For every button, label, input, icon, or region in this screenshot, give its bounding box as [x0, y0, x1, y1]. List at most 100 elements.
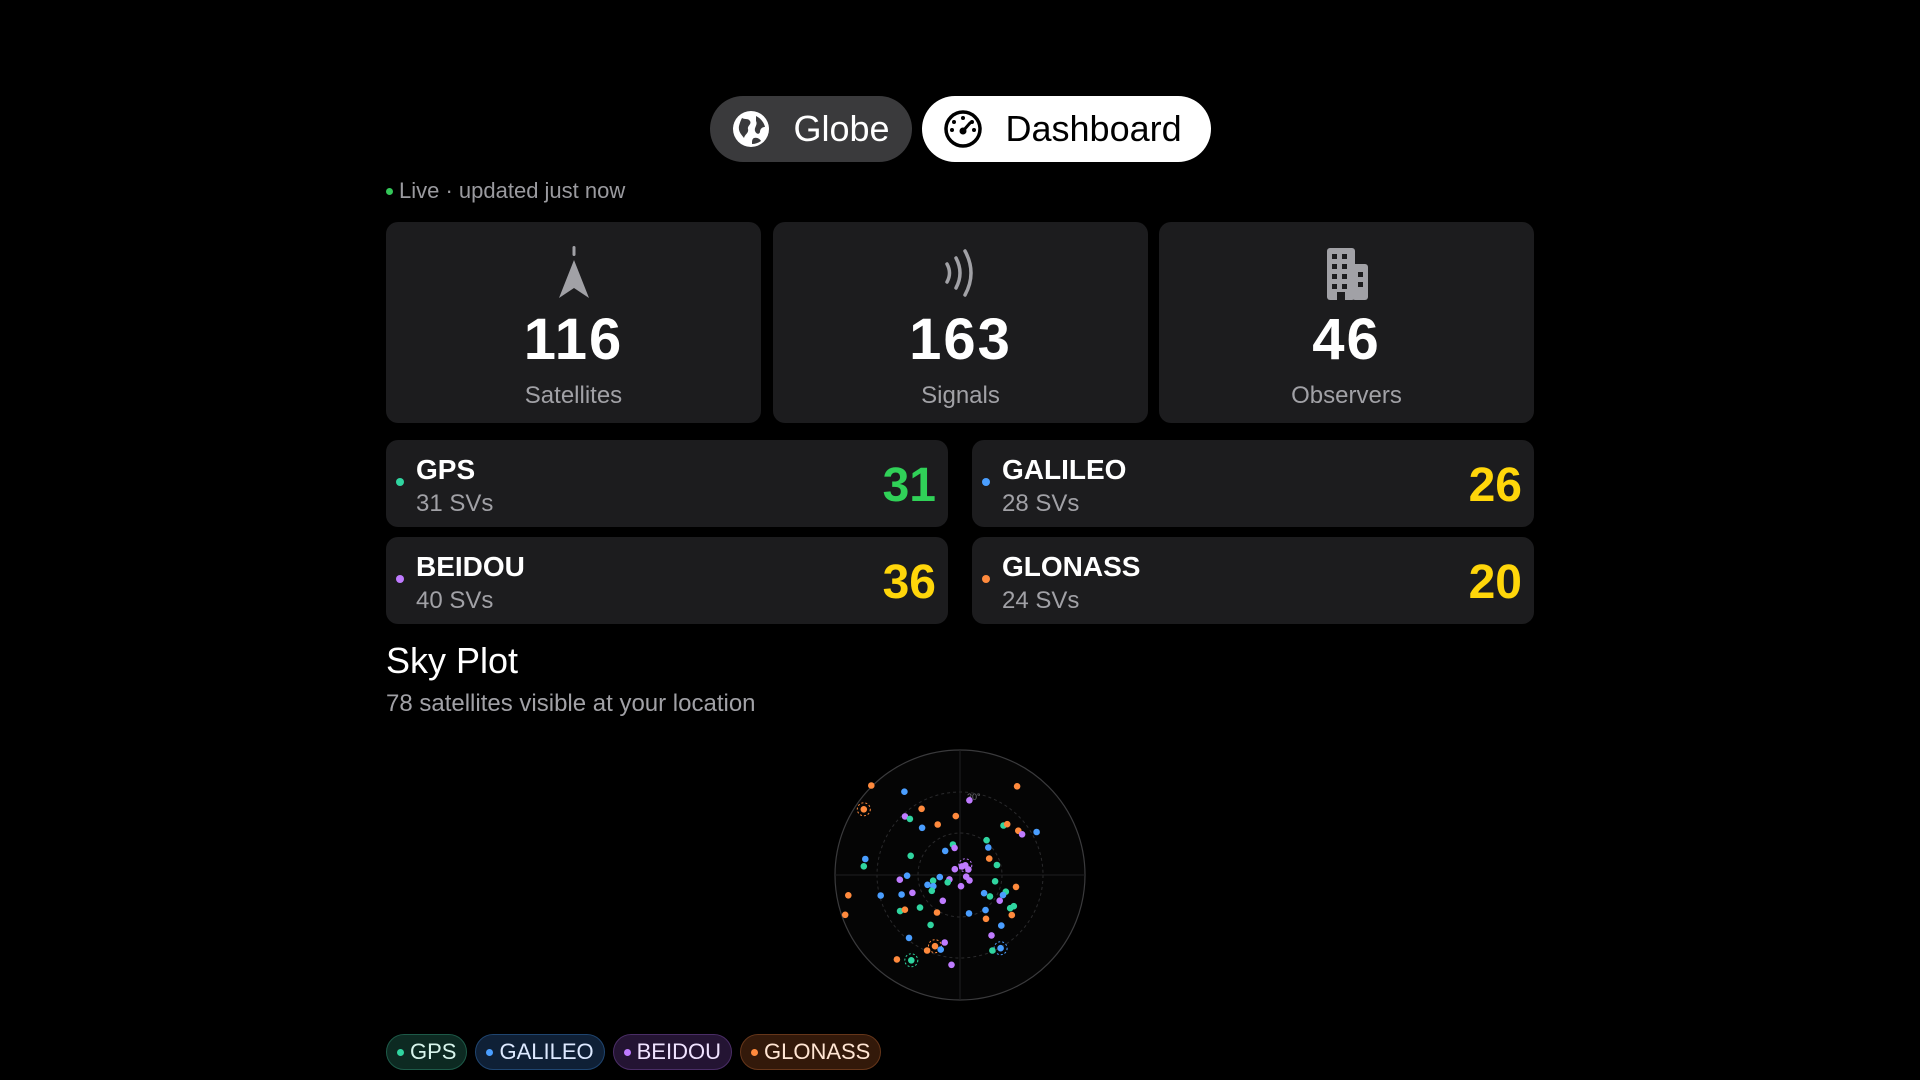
satellite-marker[interactable] [901, 788, 908, 795]
constellation-sv-count: 24 SVs [1002, 587, 1080, 614]
constellation-name: BEIDOU [416, 551, 525, 582]
satellite-marker[interactable] [957, 882, 965, 890]
satellite-marker[interactable] [983, 836, 990, 844]
satellite-marker[interactable] [860, 863, 868, 870]
satellites-label: Satellites [524, 382, 623, 409]
satellite-marker[interactable] [980, 889, 988, 897]
building-icon [1326, 248, 1368, 300]
satellite-marker[interactable] [916, 904, 924, 911]
satellite-marker[interactable] [918, 824, 926, 832]
sky-plot[interactable]: 30° [833, 748, 1087, 1002]
satellite-marker[interactable] [1012, 883, 1020, 891]
satellite-marker[interactable] [896, 876, 904, 883]
satellite-marker[interactable] [936, 873, 944, 881]
satellite-marker[interactable] [933, 909, 941, 916]
observers-label: Observers [1291, 382, 1402, 409]
satellite-marker[interactable] [941, 939, 948, 946]
satellite-marker[interactable] [951, 844, 958, 852]
satellite-marker[interactable] [988, 932, 995, 939]
constellation-card-galileo[interactable]: GALILEO 28 SVs 26 [972, 440, 1534, 527]
satellite-marker[interactable] [860, 806, 868, 813]
satellite-marker[interactable] [928, 887, 936, 895]
satellite-marker[interactable] [1003, 820, 1011, 828]
satellite-marker[interactable] [1008, 911, 1016, 919]
satellite-marker[interactable] [982, 906, 989, 914]
satellite-marker[interactable] [996, 897, 1003, 904]
signals-value: 163 [909, 307, 1012, 372]
satellite-marker[interactable] [868, 782, 875, 789]
satellite-marker[interactable] [999, 891, 1007, 899]
satellite-marker[interactable] [952, 812, 960, 820]
constellation-name: GPS [416, 454, 476, 485]
satellite-marker[interactable] [1013, 783, 1021, 790]
satellite-marker[interactable] [966, 797, 973, 804]
satellite-marker[interactable] [924, 881, 931, 889]
satellite-marker[interactable] [944, 879, 951, 886]
satellites-value: 116 [523, 307, 624, 372]
satellite-marker[interactable] [965, 910, 973, 917]
legend-label: GALILEO [499, 1039, 594, 1064]
legend-galileo[interactable]: GALILEO [475, 1034, 605, 1070]
satellite-marker[interactable] [907, 852, 914, 860]
constellation-sv-count: 31 SVs [416, 490, 494, 517]
satellite-marker[interactable] [901, 906, 909, 913]
satellite-marker[interactable] [877, 892, 884, 899]
satellite-marker[interactable] [841, 911, 849, 919]
satellite-marker[interactable] [993, 861, 1001, 869]
observers-card: 46 Observers [1159, 222, 1534, 423]
satellite-marker[interactable] [939, 897, 947, 905]
satellite-marker[interactable] [991, 878, 999, 885]
satellite-marker[interactable] [923, 947, 931, 954]
satellite-marker[interactable] [934, 821, 941, 828]
legend-dot [623, 1048, 631, 1056]
satellite-marker[interactable] [845, 892, 852, 899]
live-indicator-dot [386, 187, 393, 195]
satellite-marker[interactable] [862, 855, 869, 863]
globe-icon [732, 111, 769, 147]
satellite-marker[interactable] [962, 862, 969, 869]
gauge-icon [943, 110, 982, 148]
satellite-marker[interactable] [937, 946, 944, 953]
satellite-marker[interactable] [918, 805, 925, 813]
satellite-marker[interactable] [966, 877, 973, 884]
satellite-marker[interactable] [905, 934, 913, 942]
constellation-sv-count: 28 SVs [1002, 490, 1080, 517]
satellite-marker[interactable] [951, 865, 959, 873]
satellite-marker[interactable] [1033, 828, 1040, 836]
globe-tab-label: Globe [793, 108, 890, 149]
signals-card: 163 Signals [773, 222, 1148, 423]
legend-glonass[interactable]: GLONASS [739, 1034, 882, 1070]
satellite-marker[interactable] [1018, 831, 1026, 838]
satellite-marker[interactable] [908, 957, 915, 964]
satellite-marker[interactable] [898, 891, 905, 898]
satellite-marker[interactable] [903, 872, 911, 879]
satellite-marker[interactable] [985, 844, 992, 851]
satellite-marker[interactable] [906, 815, 914, 823]
dashboard-tab[interactable]: Dashboard [921, 96, 1211, 162]
galileo-dot [982, 478, 990, 486]
satellite-marker[interactable] [927, 921, 934, 929]
glonass-dot [982, 575, 990, 583]
constellation-card-beidou[interactable]: BEIDOU 40 SVs 36 [386, 537, 948, 624]
satellite-marker[interactable] [986, 893, 994, 900]
view-switcher: Globe Dashboard [0, 96, 1920, 162]
satellite-marker[interactable] [893, 956, 901, 963]
satellite-marker[interactable] [931, 942, 939, 950]
satellite-marker[interactable] [941, 847, 949, 855]
constellation-name: GALILEO [1002, 454, 1127, 485]
constellation-card-gps[interactable]: GPS 31 SVs 31 [386, 440, 948, 527]
satellite-marker[interactable] [948, 961, 955, 969]
satellite-marker[interactable] [989, 947, 996, 954]
satellites-card: 116 Satellites [386, 222, 761, 423]
legend-beidou[interactable]: BEIDOU [612, 1034, 732, 1070]
satellite-marker[interactable] [998, 922, 1005, 929]
legend-gps[interactable]: GPS [386, 1034, 468, 1070]
constellation-card-glonass[interactable]: GLONASS 24 SVs 20 [972, 537, 1534, 624]
satellite-marker[interactable] [997, 944, 1004, 952]
satellite-marker[interactable] [985, 855, 993, 862]
satellite-marker[interactable] [1006, 904, 1014, 912]
satellite-marker[interactable] [909, 889, 916, 897]
satellite-marker[interactable] [982, 915, 990, 923]
globe-tab[interactable]: Globe [709, 96, 912, 162]
observers-value: 46 [1312, 307, 1381, 372]
